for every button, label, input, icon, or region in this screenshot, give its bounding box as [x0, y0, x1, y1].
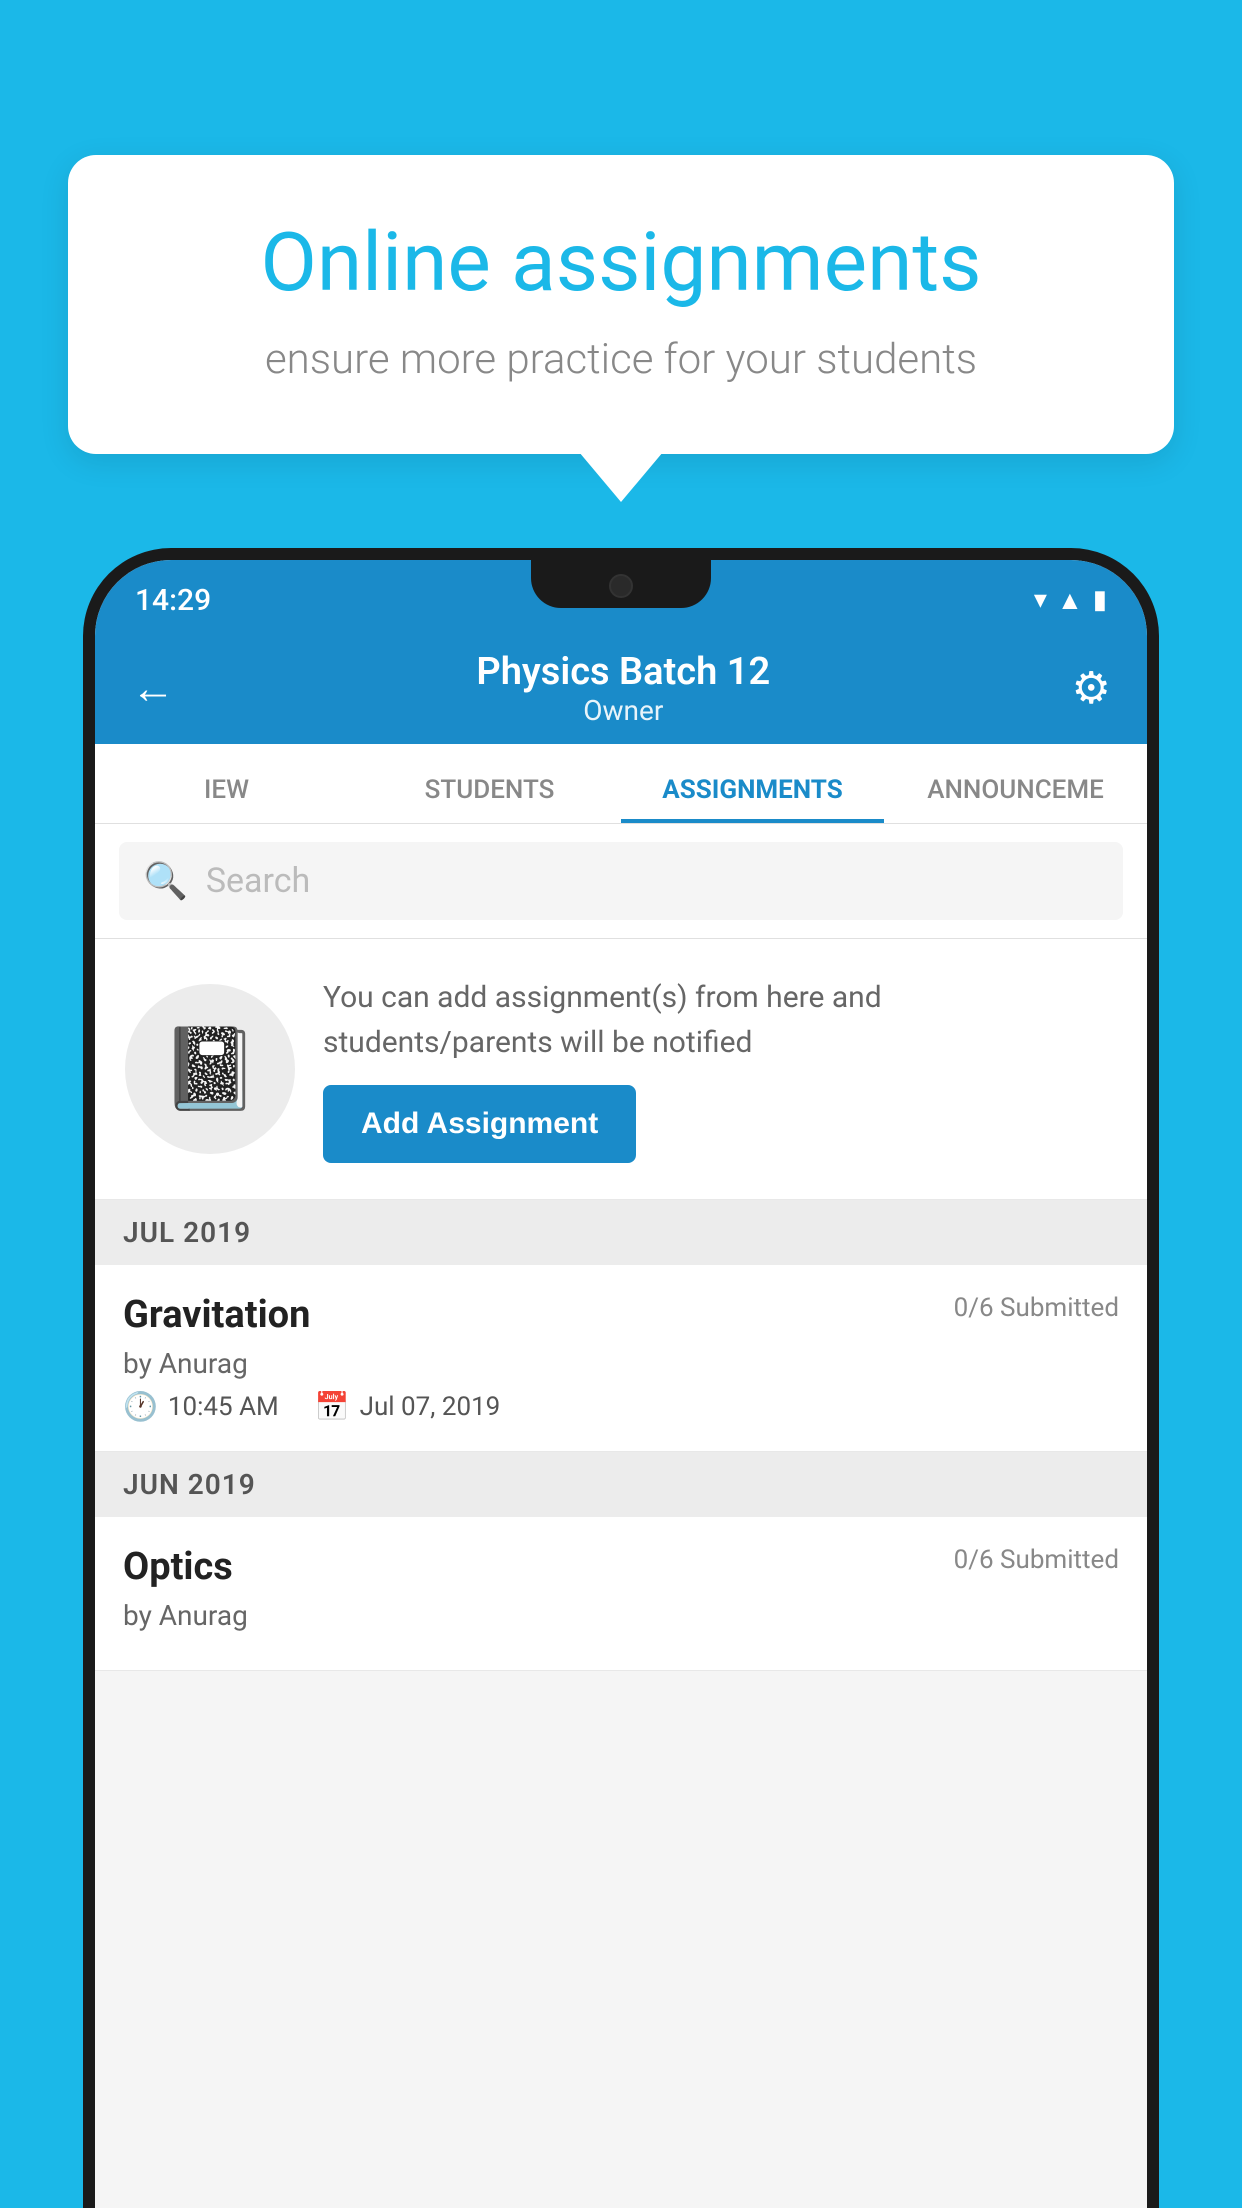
search-container: 🔍 Search — [95, 824, 1147, 939]
assignment-item-gravitation[interactable]: Gravitation 0/6 Submitted by Anurag 🕐 10… — [95, 1265, 1147, 1452]
battery-icon: ▮ — [1093, 585, 1107, 615]
header-title: Physics Batch 12 — [476, 650, 770, 694]
section-header-jul: JUL 2019 — [95, 1200, 1147, 1265]
speech-bubble-subtitle: ensure more practice for your students — [138, 335, 1104, 384]
time-meta: 🕐 10:45 AM — [123, 1390, 279, 1423]
assignment-submitted: 0/6 Submitted — [954, 1293, 1119, 1323]
assignment-top-optics: Optics 0/6 Submitted — [123, 1545, 1119, 1589]
date-meta: 📅 Jul 07, 2019 — [315, 1390, 501, 1423]
add-assignment-button[interactable]: Add Assignment — [323, 1085, 636, 1163]
tab-announcements[interactable]: ANNOUNCEME — [884, 775, 1147, 823]
assignment-title: Gravitation — [123, 1293, 310, 1337]
search-icon: 🔍 — [143, 860, 188, 902]
phone-inner: 14:29 ▾ ▲ ▮ ← Physics Batch 12 Owner ⚙ I… — [95, 560, 1147, 2208]
header-title-block: Physics Batch 12 Owner — [476, 650, 770, 727]
clock-icon: 🕐 — [123, 1390, 158, 1423]
signal-icon: ▲ — [1057, 585, 1083, 616]
assignment-author-optics: by Anurag — [123, 1599, 1119, 1632]
assignment-meta: 🕐 10:45 AM 📅 Jul 07, 2019 — [123, 1390, 1119, 1423]
app-header: ← Physics Batch 12 Owner ⚙ — [95, 632, 1147, 744]
status-time: 14:29 — [135, 575, 211, 618]
back-button[interactable]: ← — [131, 662, 175, 714]
assignment-submitted-optics: 0/6 Submitted — [954, 1545, 1119, 1575]
assignment-author: by Anurag — [123, 1347, 1119, 1380]
tab-assignments[interactable]: ASSIGNMENTS — [621, 775, 884, 823]
camera — [609, 574, 633, 598]
phone-frame: 14:29 ▾ ▲ ▮ ← Physics Batch 12 Owner ⚙ I… — [83, 548, 1159, 2208]
notch — [531, 560, 711, 608]
assignment-item-optics[interactable]: Optics 0/6 Submitted by Anurag — [95, 1517, 1147, 1671]
wifi-icon: ▾ — [1034, 585, 1047, 615]
promo-content: You can add assignment(s) from here and … — [323, 975, 1117, 1163]
assignment-top: Gravitation 0/6 Submitted — [123, 1293, 1119, 1337]
promo-icon-circle: 📓 — [125, 984, 295, 1154]
header-subtitle: Owner — [476, 694, 770, 727]
promo-card: 📓 You can add assignment(s) from here an… — [95, 939, 1147, 1200]
speech-bubble-title: Online assignments — [138, 215, 1104, 311]
speech-bubble-container: Online assignments ensure more practice … — [68, 155, 1174, 454]
assignment-title-optics: Optics — [123, 1545, 233, 1589]
settings-button[interactable]: ⚙ — [1072, 662, 1111, 714]
promo-text: You can add assignment(s) from here and … — [323, 975, 1117, 1065]
content-area: 🔍 Search 📓 You can add assignment(s) fro… — [95, 824, 1147, 2208]
assignment-time: 10:45 AM — [168, 1392, 279, 1422]
calendar-icon: 📅 — [315, 1390, 350, 1423]
section-header-jun: JUN 2019 — [95, 1452, 1147, 1517]
notebook-icon: 📓 — [160, 1022, 260, 1116]
assignment-date: Jul 07, 2019 — [360, 1392, 501, 1422]
search-placeholder: Search — [206, 861, 310, 901]
tab-iew[interactable]: IEW — [95, 775, 358, 823]
tabs-bar: IEW STUDENTS ASSIGNMENTS ANNOUNCEME — [95, 744, 1147, 824]
status-icons: ▾ ▲ ▮ — [1034, 577, 1107, 616]
tab-students[interactable]: STUDENTS — [358, 775, 621, 823]
search-box[interactable]: 🔍 Search — [119, 842, 1123, 920]
speech-bubble: Online assignments ensure more practice … — [68, 155, 1174, 454]
